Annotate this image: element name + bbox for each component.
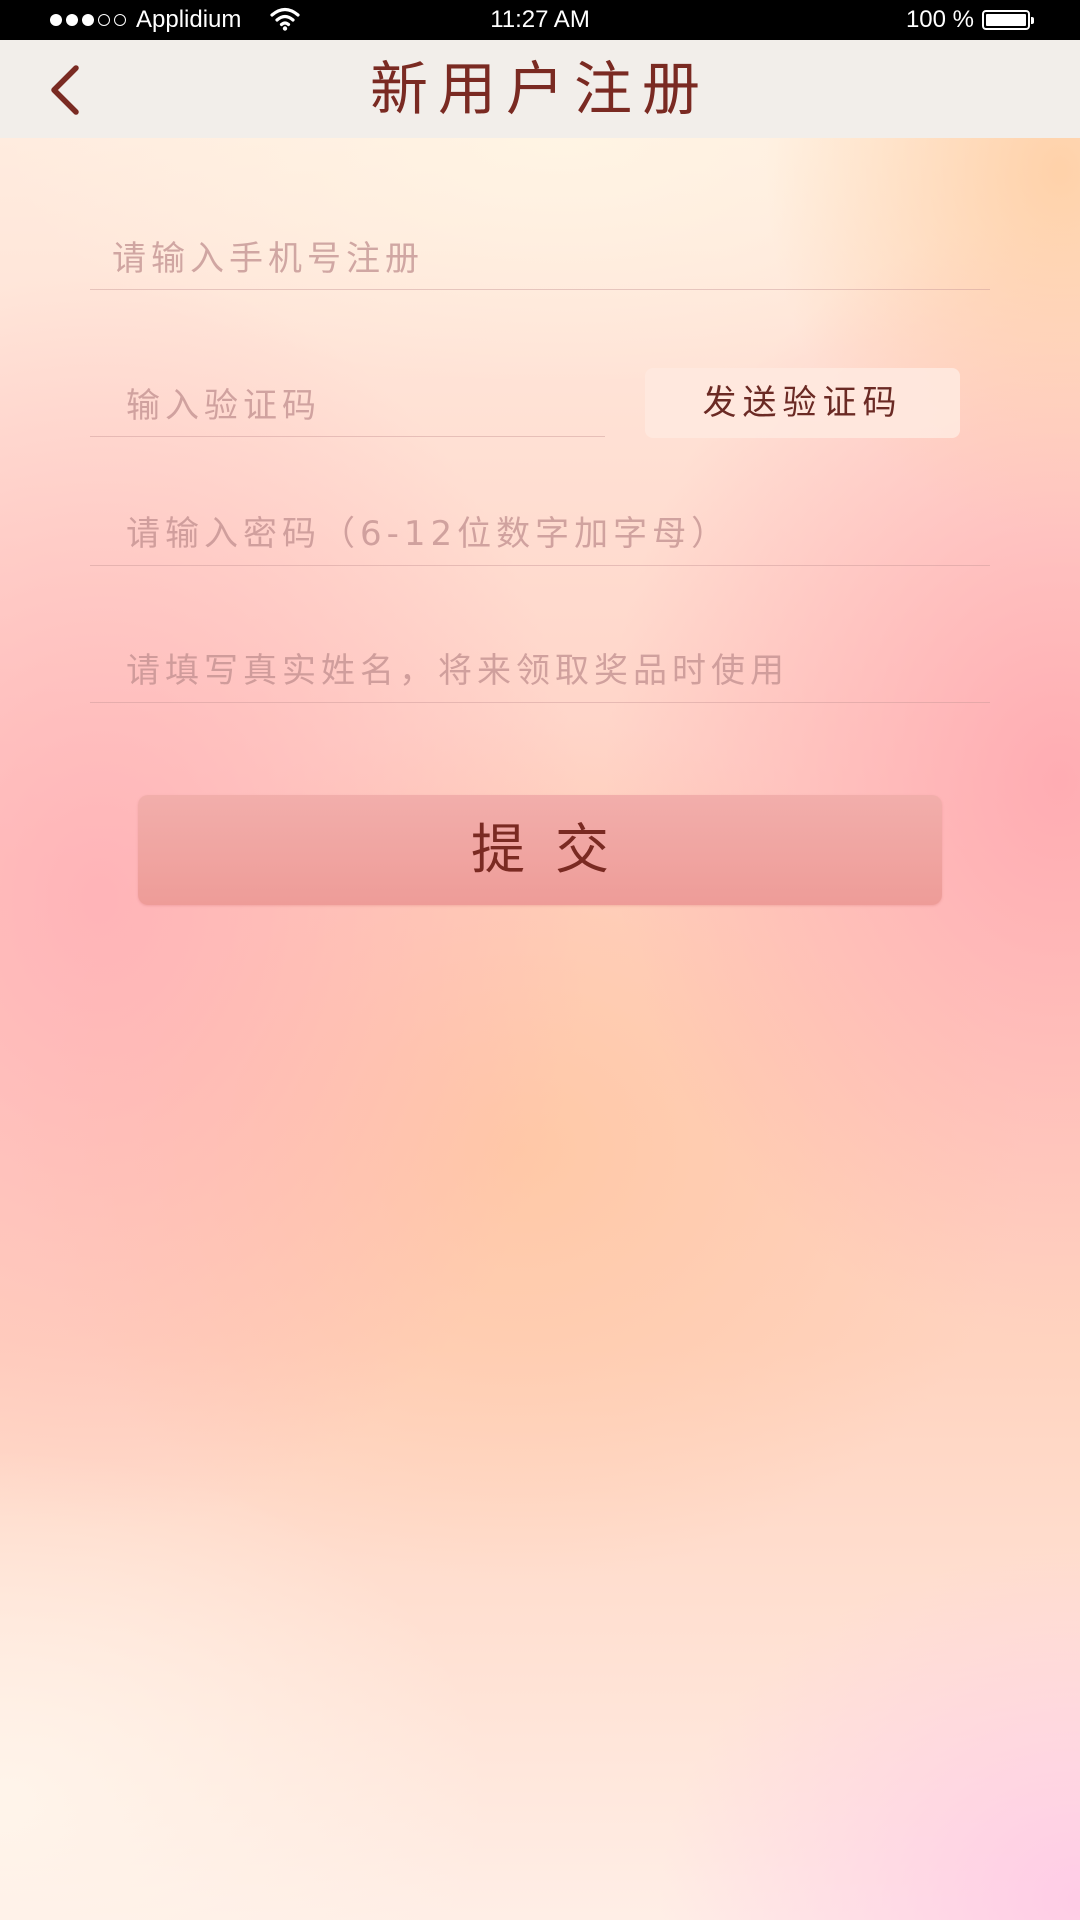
battery-percent: 100 % — [905, 6, 974, 33]
status-right: 100 % — [905, 0, 1034, 40]
phone-input[interactable] — [90, 228, 990, 289]
real-name-field — [90, 640, 990, 703]
phone-field — [90, 228, 990, 290]
submit-button[interactable]: 提交 — [138, 795, 942, 905]
verification-code-field — [90, 375, 605, 437]
real-name-input[interactable] — [90, 640, 990, 702]
send-code-button[interactable]: 发送验证码 — [645, 368, 960, 438]
battery-icon — [982, 10, 1034, 30]
nav-bar: 新用户注册 — [0, 40, 1080, 138]
verification-code-input[interactable] — [90, 375, 605, 436]
password-field — [90, 503, 990, 566]
password-input[interactable] — [90, 503, 990, 565]
status-bar: Applidium 11:27 AM 100 % — [0, 0, 1080, 40]
page-title: 新用户注册 — [369, 55, 710, 123]
